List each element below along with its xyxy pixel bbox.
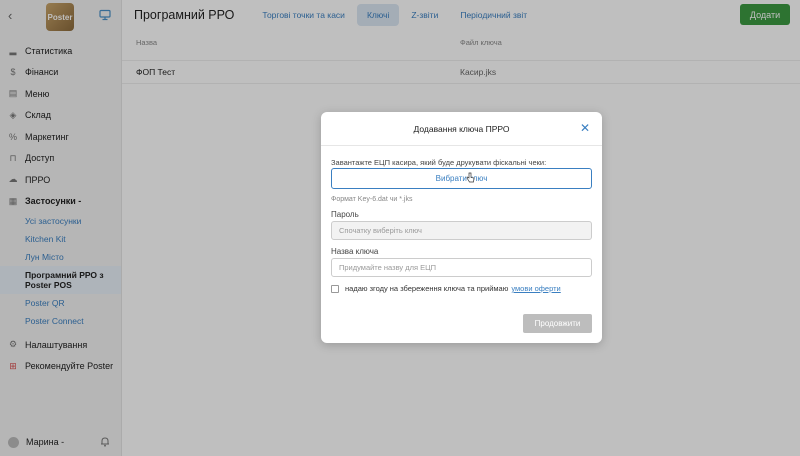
close-icon[interactable]: ✕ xyxy=(580,122,590,134)
choose-key-button[interactable]: Вибрати ключ xyxy=(331,168,592,189)
key-name-label: Назва ключа xyxy=(331,247,379,256)
format-hint: Формат Key-6.dat чи *.jks xyxy=(331,196,413,203)
add-key-modal: Додавання ключа ПРРО ✕ Завантажте ЕЦП ка… xyxy=(321,112,602,343)
consent-checkbox[interactable] xyxy=(331,284,339,293)
consent-text: надаю згоду на збереження ключа та прийм… xyxy=(345,284,509,293)
upload-label: Завантажте ЕЦП касира, який буде друкува… xyxy=(331,158,547,167)
continue-button[interactable]: Продовжити xyxy=(523,314,592,333)
password-label: Пароль xyxy=(331,210,359,219)
modal-title: Додавання ключа ПРРО xyxy=(413,123,510,134)
hand-cursor-icon xyxy=(466,172,475,183)
offer-link[interactable]: умови оферти xyxy=(511,284,560,293)
consent-row: надаю згоду на збереження ключа та прийм… xyxy=(331,284,561,293)
password-field[interactable]: Спочатку виберіть ключ xyxy=(331,221,592,240)
key-name-field[interactable]: Придумайте назву для ЕЦП xyxy=(331,258,592,277)
modal-header: Додавання ключа ПРРО xyxy=(321,112,602,146)
